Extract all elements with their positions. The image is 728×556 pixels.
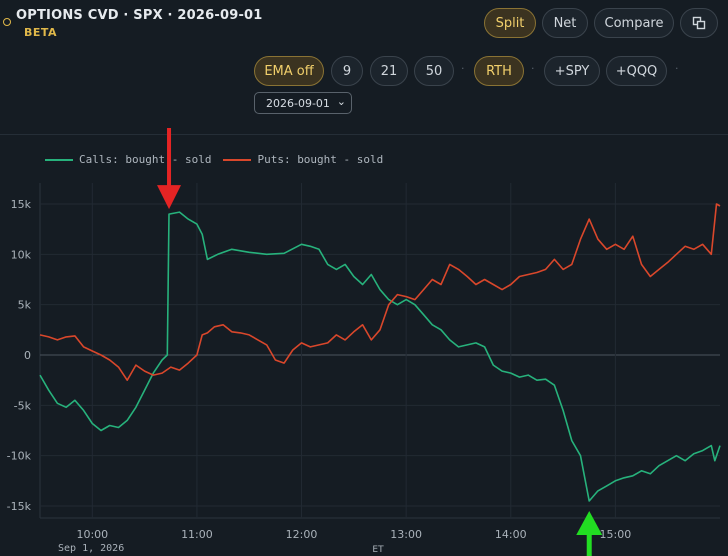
y-tick-label: 5k — [18, 299, 32, 312]
y-tick-label: -15k — [7, 500, 32, 513]
x-timezone-label: ET — [372, 545, 384, 555]
annotation-arrow-head — [157, 185, 182, 210]
x-tick-label: 13:00 — [390, 528, 422, 541]
x-tick-label: 10:00 — [76, 528, 108, 541]
y-tick-label: 15k — [11, 198, 32, 211]
calls-series-line — [39, 211, 721, 502]
y-tick-label: -10k — [7, 450, 32, 463]
puts-series-line — [39, 203, 721, 382]
cvd-chart[interactable]: 15k 10k 5k 0 -5k -10k -15k 10:00 11:00 12:00 13:00… — [0, 0, 728, 556]
y-tick-label: 0 — [24, 349, 31, 362]
y-tick-label: -5k — [14, 399, 32, 412]
annotation-arrow-head — [576, 510, 603, 535]
y-tick-label: 10k — [11, 248, 32, 261]
x-tick-label: 12:00 — [286, 528, 318, 541]
x-date-label: Sep 1, 2026 — [58, 543, 124, 554]
x-tick-label: 11:00 — [181, 528, 213, 541]
x-tick-label: 15:00 — [600, 528, 632, 541]
x-tick-label: 14:00 — [495, 528, 527, 541]
